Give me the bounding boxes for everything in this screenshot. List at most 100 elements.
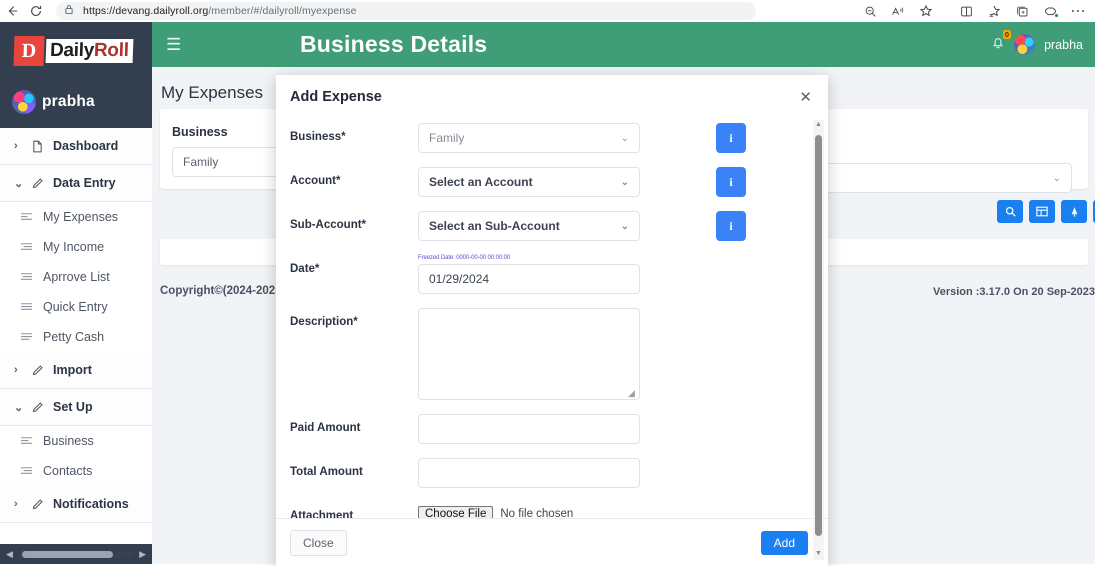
- sidebar-group-label: Data Entry: [53, 176, 116, 190]
- paid-amount-label: Paid Amount: [290, 422, 361, 434]
- secondary-filter-select[interactable]: ⌄: [812, 163, 1072, 193]
- scrollbar-thumb[interactable]: [21, 550, 113, 558]
- favorite-icon[interactable]: [913, 1, 939, 21]
- sidebar-group-import[interactable]: › Import: [0, 352, 152, 389]
- field-row-total-amount: Total Amount: [290, 458, 812, 488]
- sidebar-user[interactable]: prabha: [0, 82, 152, 128]
- file-input[interactable]: Choose File No file chosen: [418, 502, 640, 518]
- copilot-icon[interactable]: [1037, 1, 1063, 21]
- settings-more-icon[interactable]: [1065, 1, 1091, 21]
- logo-mark-icon: D: [13, 36, 45, 66]
- date-input[interactable]: 01/29/2024: [418, 264, 640, 294]
- top-header: ☰ Business Details 0 prabha: [152, 22, 1095, 67]
- search-icon-button[interactable]: [997, 200, 1023, 223]
- modal-body: Business* Family ⌄ i Account* Select an …: [276, 119, 828, 518]
- sidebar-group-data-entry[interactable]: ⌄ Data Entry: [0, 165, 152, 202]
- sidebar-item-business[interactable]: Business: [0, 426, 152, 456]
- modal-scrollbar-thumb[interactable]: [815, 135, 822, 537]
- sidebar-group-notifications[interactable]: › Notifications: [0, 486, 152, 523]
- field-row-sub-account: Sub-Account* Select an Sub-Account ⌄ i: [290, 211, 812, 241]
- chevron-down-icon: ⌄: [620, 176, 629, 188]
- business-select[interactable]: Family ⌄: [418, 123, 640, 153]
- chevron-down-icon: ⌄: [620, 132, 629, 144]
- business-info-button[interactable]: i: [716, 123, 746, 153]
- field-row-account: Account* Select an Account ⌄ i: [290, 167, 812, 197]
- back-arrow-icon[interactable]: [0, 1, 24, 21]
- sub-account-label: Sub-Account*: [290, 219, 367, 231]
- scroll-left-arrow-icon[interactable]: ◀: [6, 549, 13, 560]
- account-select[interactable]: Select an Account ⌄: [418, 167, 640, 197]
- sidebar-item-label: Aprrove List: [43, 270, 110, 284]
- business-select-value: Family: [429, 131, 465, 145]
- page-heading: Business Details: [300, 31, 488, 57]
- sub-account-select-value: Select an Sub-Account: [429, 219, 560, 233]
- sub-account-info-button[interactable]: i: [716, 211, 746, 241]
- total-amount-input[interactable]: [418, 458, 640, 488]
- notification-bell-icon[interactable]: 0: [991, 29, 1012, 55]
- account-info-button[interactable]: i: [716, 167, 746, 197]
- header-user-name[interactable]: prabha: [1044, 38, 1083, 52]
- read-aloud-icon[interactable]: [885, 1, 911, 21]
- scroll-up-arrow-icon[interactable]: ▲: [815, 120, 822, 131]
- total-amount-label: Total Amount: [290, 466, 363, 478]
- business-filter-label: Business: [172, 125, 228, 139]
- close-icon[interactable]: ✕: [799, 90, 812, 105]
- collections-icon[interactable]: [981, 1, 1007, 21]
- scroll-right-arrow-icon[interactable]: ▶: [139, 549, 146, 560]
- sub-account-select[interactable]: Select an Sub-Account ⌄: [418, 211, 640, 241]
- sidebar-group-dashboard[interactable]: › Dashboard: [0, 128, 152, 165]
- sidebar: D DailyRoll prabha › Dashboard ⌄ Data En…: [0, 22, 152, 564]
- sidebar-item-petty-cash[interactable]: Petty Cash: [0, 322, 152, 352]
- field-row-description: Description* ◢: [290, 308, 812, 400]
- avatar[interactable]: [1014, 34, 1036, 55]
- description-textarea[interactable]: ◢: [418, 308, 640, 400]
- app-logo[interactable]: D DailyRoll: [0, 22, 152, 82]
- no-file-label: No file chosen: [500, 508, 574, 518]
- list-lines-icon: [20, 272, 34, 282]
- reload-icon[interactable]: [24, 1, 48, 21]
- chevron-right-icon: ›: [14, 498, 18, 510]
- modal-scrollbar-track[interactable]: [813, 131, 824, 549]
- scrollbar-track[interactable]: [17, 550, 135, 558]
- chevron-right-icon: ›: [14, 140, 18, 152]
- sidebar-item-label: Petty Cash: [43, 330, 105, 344]
- address-bar[interactable]: https://devang.dailyroll.org/member/#/da…: [56, 2, 756, 20]
- modal-header: Add Expense ✕: [276, 75, 828, 119]
- add-to-tab-group-icon[interactable]: [1009, 1, 1035, 21]
- close-button[interactable]: Close: [290, 529, 347, 556]
- sidebar-group-label: Import: [53, 363, 92, 377]
- sidebar-group-label: Dashboard: [53, 139, 119, 153]
- sidebar-item-approve-list[interactable]: Aprrove List: [0, 262, 152, 292]
- resize-handle-icon[interactable]: ◢: [628, 389, 637, 398]
- header-right: 0 prabha: [991, 29, 1095, 55]
- sidebar-group-set-up[interactable]: ⌄ Set Up: [0, 389, 152, 426]
- freezed-date-note: Freezed Date: 0000-00-00 00:00:00: [418, 255, 511, 261]
- zoom-out-icon[interactable]: [857, 1, 883, 21]
- chevron-down-icon: ⌄: [14, 177, 24, 190]
- sidebar-user-name: prabha: [42, 93, 95, 110]
- grid-view-icon-button[interactable]: [1029, 200, 1055, 223]
- document-icon: [32, 140, 45, 153]
- modal-scrollbar[interactable]: ▲ ▼: [813, 120, 824, 560]
- chevron-down-icon: ⌄: [14, 401, 24, 414]
- sidebar-item-my-expenses[interactable]: My Expenses: [0, 202, 152, 232]
- alert-bell-icon-button[interactable]: [1061, 200, 1087, 223]
- scroll-down-arrow-icon[interactable]: ▼: [815, 549, 822, 560]
- sidebar-nav: › Dashboard ⌄ Data Entry My Expenses My …: [0, 128, 152, 544]
- sidebar-item-label: Quick Entry: [43, 300, 108, 314]
- add-button[interactable]: Add: [760, 530, 808, 555]
- hamburger-icon[interactable]: ☰: [166, 36, 181, 53]
- choose-file-button[interactable]: Choose File: [418, 506, 494, 518]
- sidebar-item-contacts[interactable]: Contacts: [0, 456, 152, 486]
- split-screen-icon[interactable]: [953, 1, 979, 21]
- sidebar-item-label: My Income: [43, 240, 105, 254]
- field-row-date: Date* Freezed Date: 0000-00-00 00:00:00 …: [290, 255, 812, 294]
- sidebar-item-quick-entry[interactable]: Quick Entry: [0, 292, 152, 322]
- attachment-label: Attachment: [290, 510, 354, 518]
- sidebar-item-my-income[interactable]: My Income: [0, 232, 152, 262]
- account-label: Account*: [290, 175, 341, 187]
- field-row-business: Business* Family ⌄ i: [290, 123, 812, 153]
- list-lines-icon: [20, 302, 34, 312]
- sidebar-horizontal-scrollbar[interactable]: ◀ ▶: [0, 544, 152, 564]
- paid-amount-input[interactable]: [418, 414, 640, 444]
